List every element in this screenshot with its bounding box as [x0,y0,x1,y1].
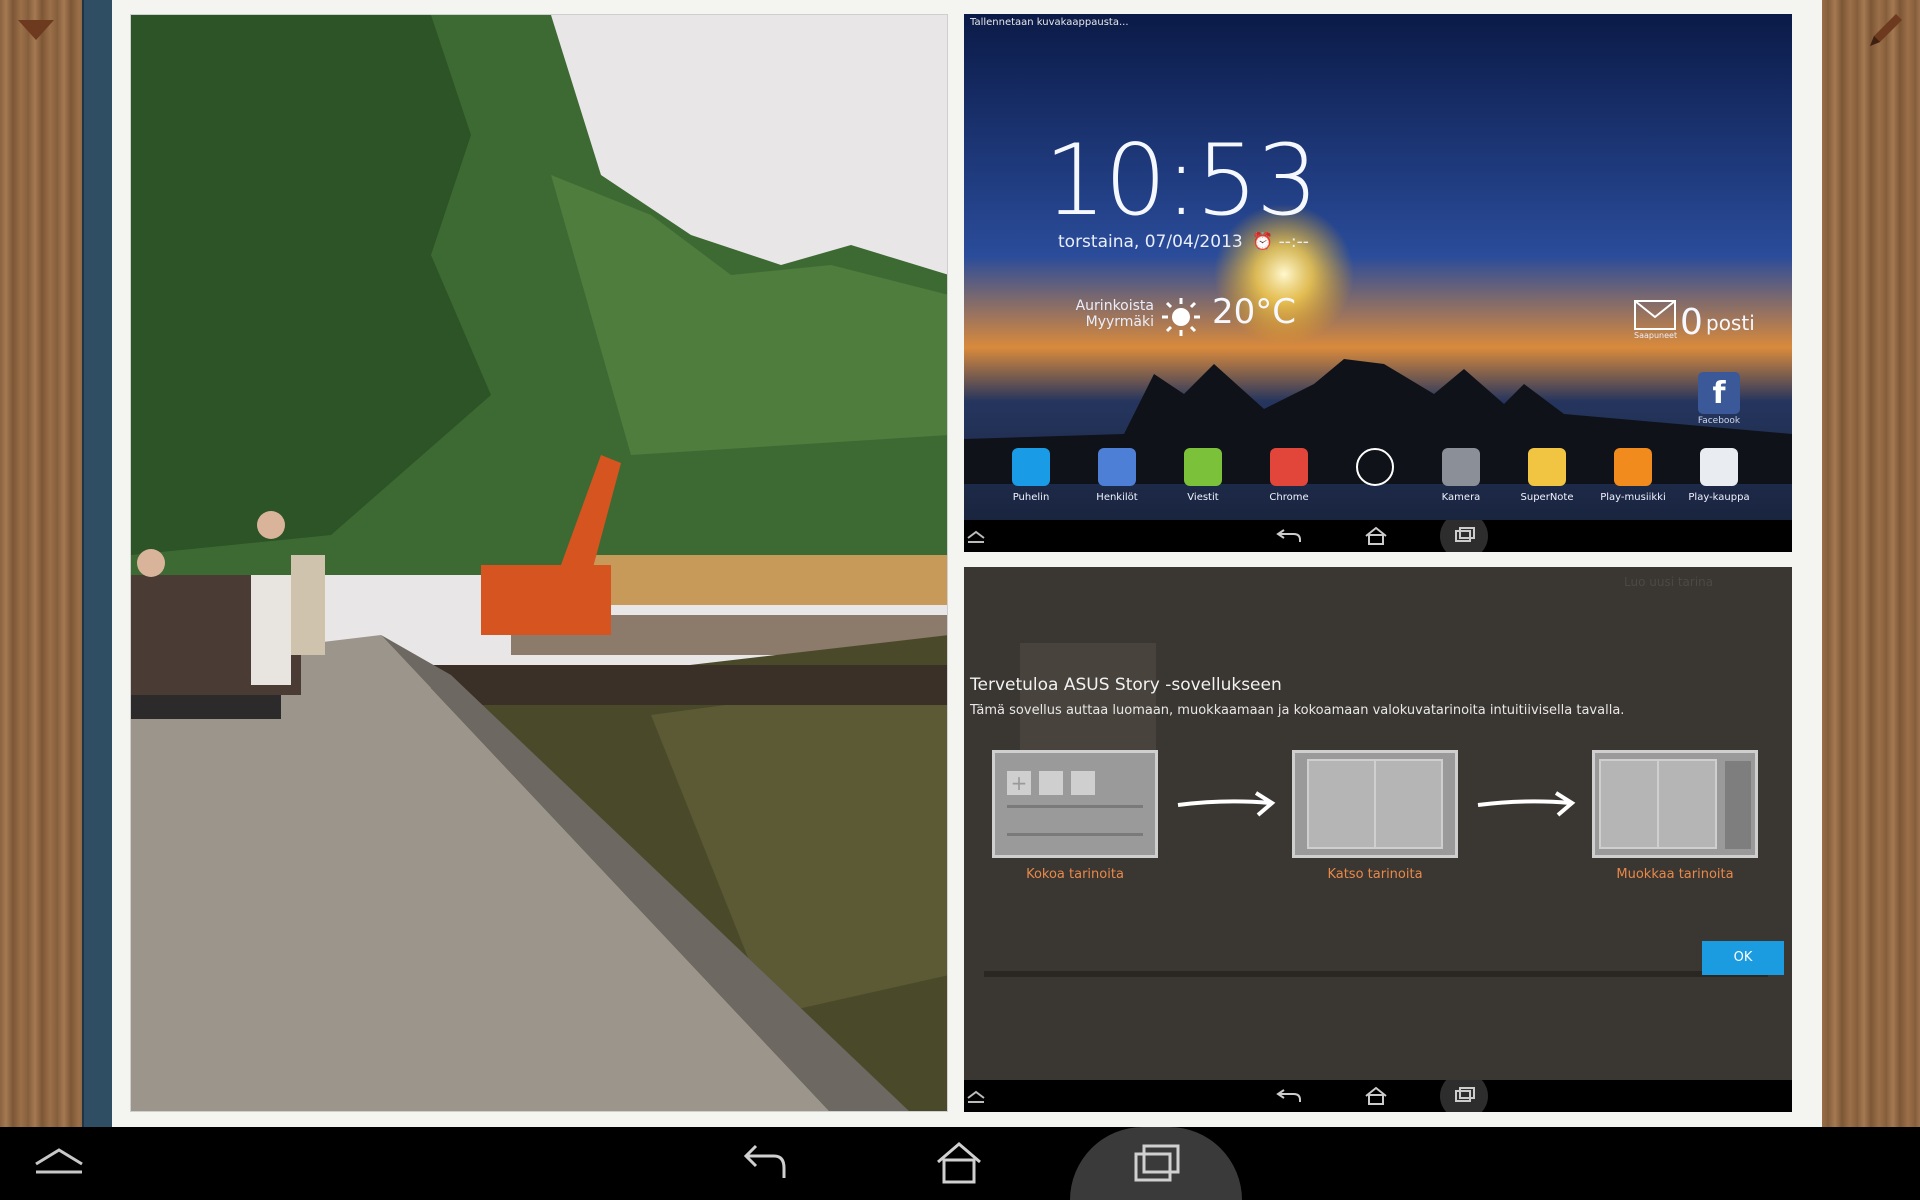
sun-icon [1160,296,1202,342]
dock-app[interactable]: Puhelin [988,448,1074,528]
mini-nav-bar [964,1072,1792,1112]
step-view-image [1292,750,1458,858]
facebook-icon[interactable]: f [1698,372,1740,414]
welcome-subtitle: Tämä sovellus auttaa luomaan, muokkaamaa… [970,703,1625,718]
weather-condition: Aurinkoista [1075,298,1154,314]
back-icon[interactable] [740,1140,790,1190]
arrow-right-icon [1477,791,1576,817]
chrome-icon [1270,448,1308,486]
dock-app-label: Viestit [1187,492,1219,503]
play-store-icon [1700,448,1738,486]
up-chevron-icon [967,530,985,543]
supernote-icon [1528,448,1566,486]
home-icon [1365,526,1387,545]
clock-widget[interactable]: 10:53 [1044,132,1318,230]
dock-app[interactable]: SuperNote [1504,448,1590,528]
dock-app-label: Henkilöt [1096,492,1138,503]
dock-app-label: Play-musiikki [1600,492,1666,503]
mail-count: 0 [1680,302,1703,343]
contacts-icon [1098,448,1136,486]
recents-icon[interactable] [1130,1142,1184,1190]
dock-app-label: SuperNote [1520,492,1574,503]
dock-app[interactable]: Henkilöt [1074,448,1160,528]
pencil-icon[interactable] [1860,6,1910,56]
step-label-edit: Muokkaa tarinoita [1616,867,1734,882]
dock-app[interactable]: Play-musiikki [1590,448,1676,528]
up-chevron-icon[interactable] [32,1144,86,1184]
arrow-right-icon [1177,791,1276,817]
phone-icon [1012,448,1050,486]
back-icon [1276,529,1301,542]
alarm-time: --:-- [1278,232,1309,252]
mail-label: posti [1706,311,1755,335]
dock-app-label: Play-kauppa [1688,492,1750,503]
step-collect-image: + [992,750,1158,858]
mail-sub-label: Saapuneet [1634,331,1678,340]
alarm-label: ⏰ --:-- [1252,232,1309,252]
messages-icon [1184,448,1222,486]
weather-place: Aurinkoista Myyrmäki [1074,298,1154,330]
story-app-screenshot[interactable]: Luo uusi tarina Tervetuloa ASUS Story -s… [964,567,1792,1112]
homescreen-screenshot[interactable]: Tallennetaan kuvakaappausta... 10:53 tor… [964,14,1792,552]
dock-app[interactable]: Chrome [1246,448,1332,528]
up-chevron-icon [967,1090,985,1103]
ok-button[interactable]: OK [1702,941,1784,975]
status-text: Tallennetaan kuvakaappausta... [970,17,1129,28]
mini-nav-bar [964,512,1792,552]
back-icon [1276,1089,1301,1102]
home-icon[interactable] [934,1140,984,1190]
app-drawer-icon [1356,448,1394,486]
weather-location: Myyrmäki [1085,314,1154,330]
camera-icon [1442,448,1480,486]
mail-icon[interactable] [1634,300,1676,334]
dock-app[interactable] [1332,448,1418,528]
step-label-view: Katso tarinoita [1327,867,1423,882]
create-story-ghost-label: Luo uusi tarina [1624,575,1714,589]
date-label: torstaina, 07/04/2013 [1058,232,1243,252]
home-icon [1365,1086,1387,1105]
harbor-photo[interactable] [130,14,948,1112]
dock-app[interactable]: Viestit [1160,448,1246,528]
dock-app-label: Kamera [1441,492,1481,503]
step-edit-image [1592,750,1758,858]
temperature-label: 20°C [1212,292,1297,332]
dock-app[interactable]: Kamera [1418,448,1504,528]
dock-app[interactable]: Play-kauppa [1676,448,1762,528]
dock-app-label: Chrome [1269,492,1309,503]
step-label-collect: Kokoa tarinoita [1026,867,1124,882]
welcome-title: Tervetuloa ASUS Story -sovellukseen [970,675,1282,695]
facebook-label: Facebook [1697,416,1741,426]
app-dock: Puhelin Henkilöt Viestit Chrome Kamera SuperN… [988,448,1788,528]
chevron-down-icon[interactable] [14,12,58,48]
play-music-icon [1614,448,1652,486]
dock-app-label: Puhelin [1012,492,1050,503]
